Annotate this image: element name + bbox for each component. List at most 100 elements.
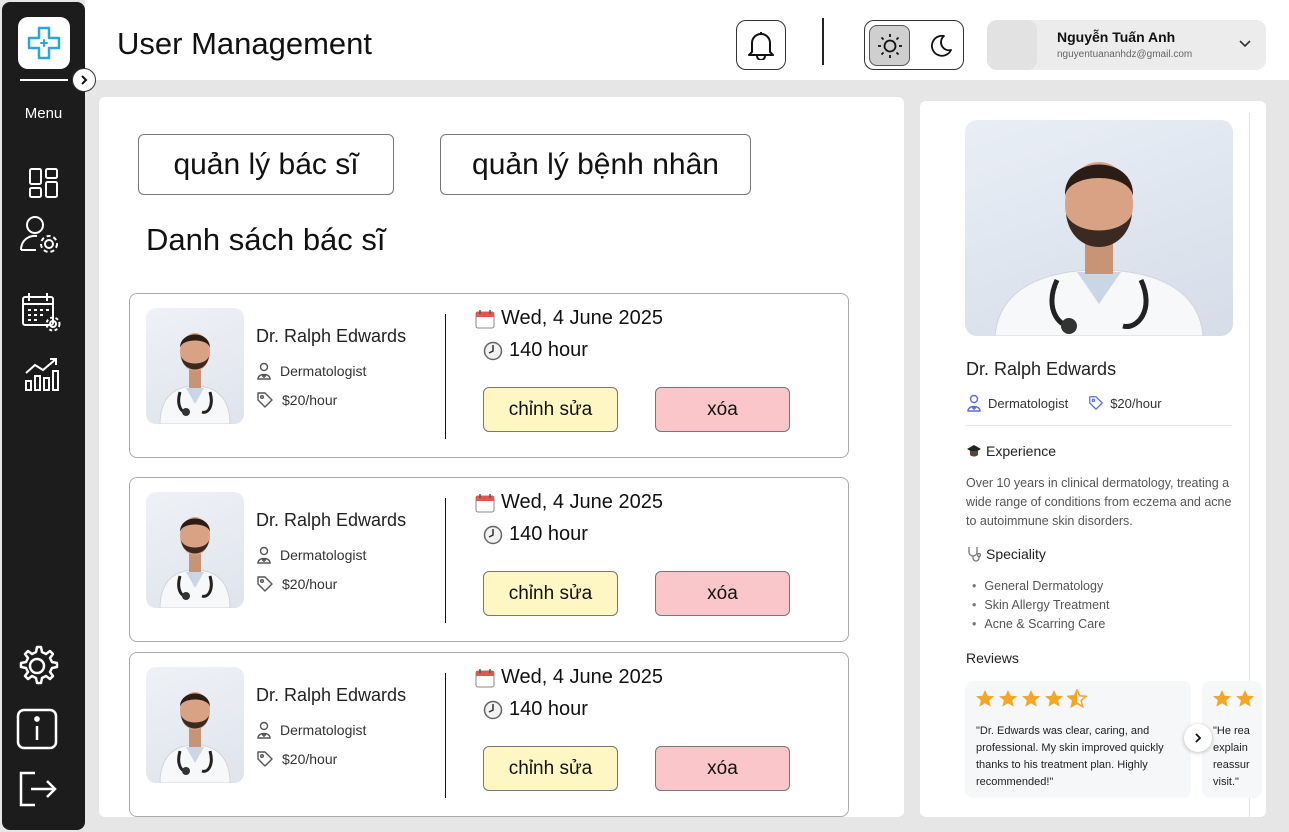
doctor-card[interactable]: Dr. Ralph Edwards Dermatologist $20/hour… <box>129 652 849 817</box>
chevron-right-icon <box>1195 733 1202 743</box>
sidebar: Menu <box>2 2 85 830</box>
stethoscope-icon <box>968 547 982 562</box>
notification-button[interactable] <box>736 20 786 70</box>
moon-icon <box>930 34 952 57</box>
header-divider <box>822 18 824 65</box>
doctor-icon <box>257 546 271 564</box>
sun-icon <box>877 33 902 58</box>
star-icon <box>976 690 994 707</box>
edit-button[interactable]: chỉnh sửa <box>483 746 618 791</box>
theme-switcher <box>864 20 964 70</box>
working-hours: 140 hour <box>483 698 588 721</box>
price-tag-icon <box>257 751 273 767</box>
doctor-rate-label: $20/hour <box>282 576 338 592</box>
detail-doctor-name: Dr. Ralph Edwards <box>966 359 1117 379</box>
edit-button[interactable]: chỉnh sửa <box>483 571 618 616</box>
clock-icon <box>483 525 503 544</box>
doctor-rate: $20/hour <box>256 575 337 593</box>
user-settings-icon[interactable] <box>17 214 63 256</box>
working-hours-label: 140 hour <box>509 523 588 545</box>
dashboard-icon[interactable] <box>26 165 62 201</box>
doctor-specialty-label: Dermatologist <box>280 363 367 379</box>
clock-icon <box>483 341 503 360</box>
rating-stars <box>975 689 1087 708</box>
logout-icon[interactable] <box>16 769 60 809</box>
detail-rate: $20/hour <box>1110 395 1162 411</box>
light-mode-button[interactable] <box>869 25 910 66</box>
calendar-icon <box>475 309 495 328</box>
schedule-date-label: Wed, 4 June 2025 <box>501 491 663 513</box>
doctor-rate-label: $20/hour <box>282 392 338 408</box>
chevron-right-icon <box>81 75 88 85</box>
schedule-date: Wed, 4 June 2025 <box>475 307 663 330</box>
speciality-heading: Speciality <box>966 546 1046 562</box>
experience-text: Over 10 years in clinical dermatology, t… <box>966 476 1232 528</box>
card-divider <box>445 673 446 798</box>
tab-patient-management[interactable]: quản lý bệnh nhân <box>440 134 751 195</box>
doctor-name: Dr. Ralph Edwards <box>256 326 407 346</box>
user-menu[interactable]: Nguyễn Tuấn Anh nguyentuananhdz@gmail.co… <box>987 20 1266 70</box>
doctor-rate-label: $20/hour <box>282 751 338 767</box>
dark-mode-button[interactable] <box>919 25 960 66</box>
doctor-photo <box>146 492 244 608</box>
doctor-card[interactable]: Dr. Ralph Edwards Dermatologist $20/hour… <box>129 477 849 642</box>
star-icon <box>1213 690 1231 707</box>
card-divider <box>445 314 446 439</box>
user-email: nguyentuananhdz@gmail.com <box>1057 49 1193 60</box>
logo-divider <box>20 79 68 81</box>
page-title: User Management <box>117 26 373 61</box>
doctor-photo <box>146 667 244 783</box>
tab-doctor-management[interactable]: quản lý bác sĩ <box>138 134 394 195</box>
doctor-specialty-label: Dermatologist <box>280 722 367 738</box>
graduation-cap-icon <box>967 445 981 457</box>
rating-stars <box>1212 689 1255 708</box>
sidebar-toggle-button[interactable] <box>72 68 96 92</box>
doctor-name: Dr. Ralph Edwards <box>256 685 407 705</box>
price-tag-icon <box>1089 396 1104 410</box>
calendar-settings-icon[interactable] <box>19 290 63 334</box>
info-icon[interactable] <box>15 707 59 751</box>
half-star-icon <box>1067 689 1087 708</box>
settings-icon[interactable] <box>14 643 60 689</box>
detail-divider <box>966 425 1232 426</box>
doctor-card[interactable]: Dr. Ralph Edwards Dermatologist $20/hour… <box>129 293 849 458</box>
delete-button[interactable]: xóa <box>655 387 790 432</box>
doctor-icon <box>257 362 271 380</box>
speciality-title: Speciality <box>986 546 1046 562</box>
detail-specialty: Dermatologist <box>988 395 1069 411</box>
medical-logo[interactable] <box>18 17 70 69</box>
chevron-down-icon <box>1239 40 1251 48</box>
bell-icon <box>748 32 774 60</box>
detail-meta: Dermatologist $20/hour <box>966 394 1162 412</box>
doctor-rate: $20/hour <box>256 391 337 409</box>
doctor-specialty: Dermatologist <box>256 362 366 380</box>
doctor-icon <box>967 394 981 412</box>
list-item: Skin Allergy Treatment <box>972 596 1109 615</box>
doctor-list-title: Danh sách bác sĩ <box>146 222 386 257</box>
delete-button[interactable]: xóa <box>655 746 790 791</box>
avatar <box>987 20 1037 70</box>
price-tag-icon <box>257 576 273 592</box>
medical-cross-icon <box>27 26 61 60</box>
delete-button[interactable]: xóa <box>655 571 790 616</box>
experience-title: Experience <box>986 443 1057 459</box>
edit-button[interactable]: chỉnh sửa <box>483 387 618 432</box>
schedule-date-label: Wed, 4 June 2025 <box>501 666 663 688</box>
price-tag-icon <box>257 392 273 408</box>
list-item: Acne & Scarring Care <box>972 615 1109 634</box>
top-header: User Management Nguyễn Tuấn Anh nguyentu… <box>85 0 1289 80</box>
star-icon <box>1236 690 1254 707</box>
doctor-detail-panel: Dr. Ralph Edwards Dermatologist $20/hour… <box>920 101 1266 817</box>
user-name: Nguyễn Tuấn Anh <box>1057 29 1176 45</box>
doctor-specialty: Dermatologist <box>256 721 366 739</box>
star-icon <box>1022 690 1040 707</box>
working-hours: 140 hour <box>483 523 588 546</box>
doctor-name: Dr. Ralph Edwards <box>256 510 407 530</box>
analytics-icon[interactable] <box>22 354 62 394</box>
doctor-photo <box>146 308 244 424</box>
speciality-list: General Dermatology Skin Allergy Treatme… <box>972 577 1109 634</box>
working-hours-label: 140 hour <box>509 339 588 361</box>
schedule-date: Wed, 4 June 2025 <box>475 666 663 689</box>
next-review-button[interactable] <box>1184 724 1212 752</box>
working-hours-label: 140 hour <box>509 698 588 720</box>
